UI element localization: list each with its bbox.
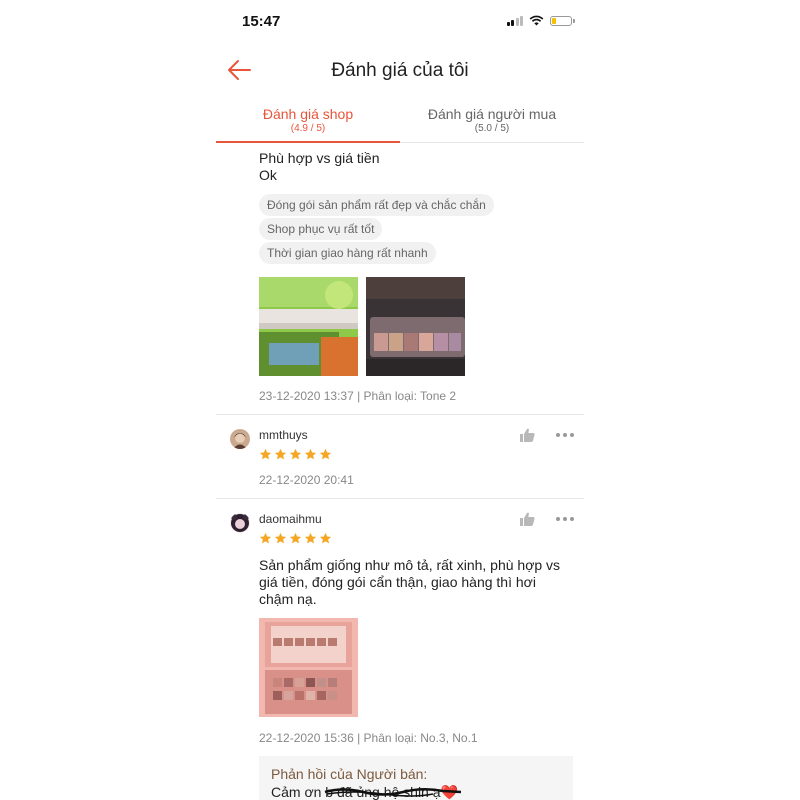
- review-photo[interactable]: [259, 618, 358, 717]
- review-meta: 22-12-2020 15:36 | Phân loại: No.3, No.1: [259, 731, 478, 745]
- star-rating: [259, 532, 332, 545]
- tab-buyer-reviews[interactable]: Đánh giá người mua (5.0 / 5): [400, 104, 584, 142]
- star-icon: [304, 448, 317, 460]
- review-photos: [259, 277, 465, 376]
- app-screen: 15:47 Đánh giá của tôi Đánh giá shop (4.…: [216, 0, 584, 800]
- review-meta: 22-12-2020 20:41: [259, 473, 354, 487]
- review-tag: Đóng gói sản phẩm rất đẹp và chắc chắn: [259, 194, 494, 216]
- thumbs-up-icon: [520, 512, 535, 526]
- like-button[interactable]: [520, 428, 535, 442]
- star-icon: [304, 532, 317, 544]
- review-tags: Đóng gói sản phẩm rất đẹp và chắc chắn S…: [259, 194, 494, 266]
- tab-bar: Đánh giá shop (4.9 / 5) Đánh giá người m…: [216, 104, 584, 143]
- seller-reply-title: Phản hồi của Người bán:: [271, 766, 428, 782]
- thumbs-up-icon: [520, 428, 535, 442]
- review-username: daomaihmu: [259, 512, 322, 526]
- star-icon: [289, 448, 302, 460]
- tab-label: Đánh giá shop: [262, 106, 354, 122]
- more-options-button[interactable]: [556, 516, 574, 522]
- wifi-icon: [529, 15, 544, 26]
- review-text: Sản phẩm giống như mô tả, rất xinh, phù …: [259, 557, 561, 607]
- review-tag: Thời gian giao hàng rất nhanh: [259, 242, 436, 264]
- battery-icon: [550, 15, 575, 26]
- avatar[interactable]: [230, 513, 250, 533]
- star-rating: [259, 448, 332, 461]
- review-username: mmthuys: [259, 428, 308, 442]
- tab-shop-reviews[interactable]: Đánh giá shop (4.9 / 5): [216, 104, 400, 143]
- review-text-line: Phù hợp vs giá tiền: [259, 150, 380, 166]
- star-icon: [274, 532, 287, 544]
- more-options-button[interactable]: [556, 432, 574, 438]
- tab-score: (4.9 / 5): [290, 123, 326, 134]
- status-icons: [506, 15, 575, 26]
- review-text: Phù hợp vs giá tiền Ok: [259, 150, 379, 184]
- page-title: Đánh giá của tôi: [331, 60, 469, 81]
- status-time: 15:47: [242, 13, 281, 30]
- tab-label: Đánh giá người mua: [427, 106, 557, 122]
- avatar[interactable]: [230, 429, 250, 449]
- review-photo[interactable]: [259, 277, 358, 376]
- like-button[interactable]: [520, 512, 535, 526]
- signal-icon: [506, 15, 523, 26]
- star-icon: [319, 532, 332, 544]
- review-text-line: Ok: [259, 167, 277, 183]
- star-icon: [259, 448, 272, 460]
- review-photo[interactable]: [366, 277, 465, 376]
- divider: [216, 414, 584, 415]
- star-icon: [289, 532, 302, 544]
- redaction-scribble: [324, 788, 462, 797]
- review-meta: 23-12-2020 13:37 | Phân loại: Tone 2: [259, 389, 457, 403]
- tab-score: (5.0 / 5): [474, 123, 510, 134]
- star-icon: [274, 448, 287, 460]
- seller-reply: Phản hồi của Người bán: Cảm ơn b đã ủng …: [259, 756, 573, 800]
- star-icon: [319, 448, 332, 460]
- star-icon: [259, 532, 272, 544]
- divider: [216, 498, 584, 499]
- review-tag: Shop phục vụ rất tốt: [259, 218, 383, 240]
